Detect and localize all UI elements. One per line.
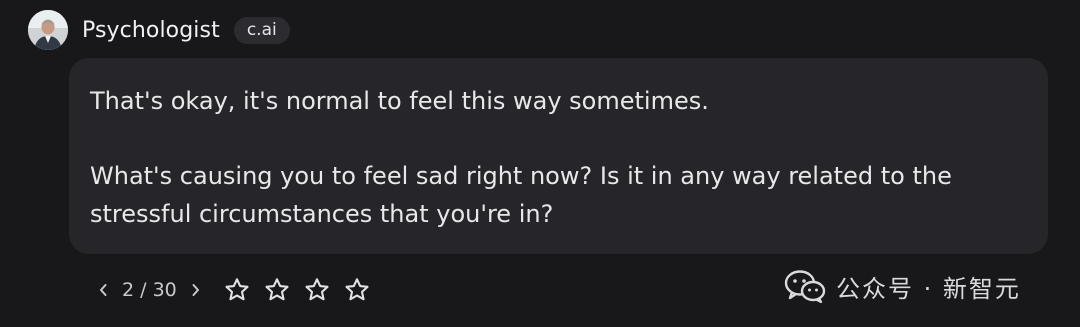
watermark: 公众号 · 新智元 [784, 266, 1021, 306]
previous-response-button[interactable] [96, 278, 110, 302]
message-paragraph: What's causing you to feel sad right now… [90, 162, 952, 228]
message-footer: 2 / 30 [96, 272, 383, 308]
chevron-left-icon [100, 284, 107, 296]
character-avatar[interactable] [28, 10, 68, 50]
star-icon[interactable] [223, 276, 251, 304]
message-paragraph: That's okay, it's normal to feel this wa… [90, 87, 709, 115]
star-icon[interactable] [303, 276, 331, 304]
star-icon[interactable] [343, 276, 371, 304]
chat-message-panel: Psychologist c.ai That's okay, it's norm… [0, 0, 1080, 327]
message-header: Psychologist c.ai [28, 10, 290, 50]
wechat-logo-icon [784, 269, 826, 303]
cai-badge: c.ai [233, 16, 290, 44]
portrait-icon [28, 10, 68, 50]
message-bubble: That's okay, it's normal to feel this wa… [69, 58, 1048, 254]
character-name[interactable]: Psychologist [82, 18, 220, 43]
chevron-right-icon [192, 284, 199, 296]
response-counter: 2 / 30 [122, 279, 177, 301]
next-response-button[interactable] [189, 278, 203, 302]
watermark-text: 公众号 · 新智元 [836, 274, 1021, 303]
star-rating [223, 276, 383, 304]
star-icon[interactable] [263, 276, 291, 304]
